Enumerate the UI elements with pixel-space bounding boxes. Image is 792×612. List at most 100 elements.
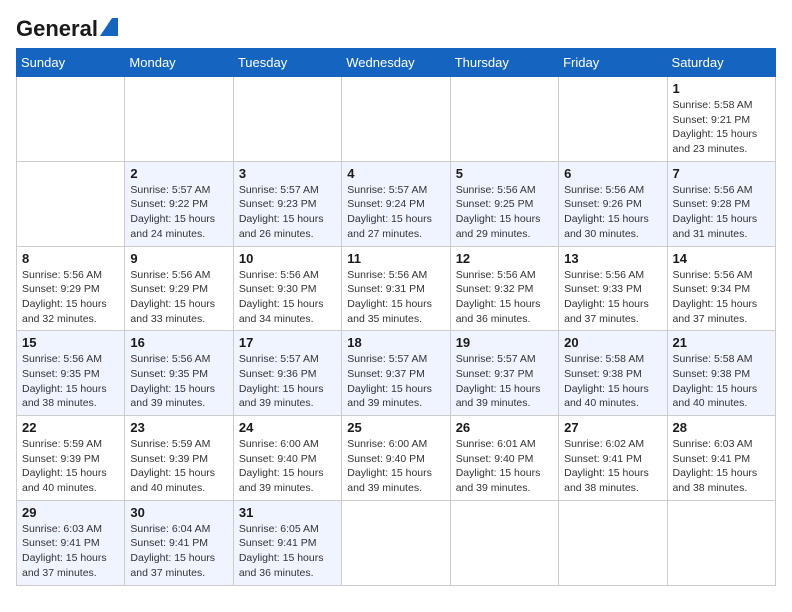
sunrise-time: Sunrise: 5:57 AM (239, 353, 319, 365)
day-number: 18 (347, 335, 444, 350)
day-info: Sunrise: 6:00 AM Sunset: 9:40 PM Dayligh… (239, 437, 336, 496)
day-number: 5 (456, 166, 553, 181)
daylight-hours: Daylight: 15 hours and 30 minutes. (564, 213, 649, 240)
calendar-day-29: 29 Sunrise: 6:03 AM Sunset: 9:41 PM Dayl… (17, 500, 125, 585)
daylight-hours: Daylight: 15 hours and 40 minutes. (130, 467, 215, 494)
sunrise-time: Sunrise: 6:02 AM (564, 438, 644, 450)
daylight-hours: Daylight: 15 hours and 39 minutes. (130, 383, 215, 410)
sunset-time: Sunset: 9:24 PM (347, 198, 425, 210)
calendar-day-4: 4 Sunrise: 5:57 AM Sunset: 9:24 PM Dayli… (342, 161, 450, 246)
day-number: 30 (130, 505, 227, 520)
day-number: 16 (130, 335, 227, 350)
daylight-hours: Daylight: 15 hours and 36 minutes. (239, 552, 324, 579)
calendar-day-5: 5 Sunrise: 5:56 AM Sunset: 9:25 PM Dayli… (450, 161, 558, 246)
empty-cell (559, 77, 667, 162)
calendar-header-wednesday: Wednesday (342, 49, 450, 77)
day-number: 1 (673, 81, 770, 96)
sunset-time: Sunset: 9:38 PM (673, 368, 751, 380)
sunset-time: Sunset: 9:34 PM (673, 283, 751, 295)
day-number: 25 (347, 420, 444, 435)
day-info: Sunrise: 5:58 AM Sunset: 9:38 PM Dayligh… (564, 352, 661, 411)
sunset-time: Sunset: 9:35 PM (22, 368, 100, 380)
sunset-time: Sunset: 9:41 PM (239, 537, 317, 549)
day-info: Sunrise: 5:56 AM Sunset: 9:29 PM Dayligh… (22, 268, 119, 327)
calendar-day-21: 21 Sunrise: 5:58 AM Sunset: 9:38 PM Dayl… (667, 331, 775, 416)
sunset-time: Sunset: 9:39 PM (22, 453, 100, 465)
sunset-time: Sunset: 9:26 PM (564, 198, 642, 210)
sunset-time: Sunset: 9:40 PM (239, 453, 317, 465)
day-info: Sunrise: 5:56 AM Sunset: 9:26 PM Dayligh… (564, 183, 661, 242)
calendar-day-20: 20 Sunrise: 5:58 AM Sunset: 9:38 PM Dayl… (559, 331, 667, 416)
day-info: Sunrise: 5:57 AM Sunset: 9:24 PM Dayligh… (347, 183, 444, 242)
day-number: 11 (347, 251, 444, 266)
empty-cell (17, 77, 125, 162)
empty-cell (233, 77, 341, 162)
day-info: Sunrise: 5:57 AM Sunset: 9:23 PM Dayligh… (239, 183, 336, 242)
daylight-hours: Daylight: 15 hours and 38 minutes. (673, 467, 758, 494)
day-info: Sunrise: 5:57 AM Sunset: 9:22 PM Dayligh… (130, 183, 227, 242)
calendar-day-19: 19 Sunrise: 5:57 AM Sunset: 9:37 PM Dayl… (450, 331, 558, 416)
sunrise-time: Sunrise: 6:00 AM (347, 438, 427, 450)
daylight-hours: Daylight: 15 hours and 39 minutes. (456, 467, 541, 494)
day-info: Sunrise: 5:59 AM Sunset: 9:39 PM Dayligh… (130, 437, 227, 496)
calendar-day-31: 31 Sunrise: 6:05 AM Sunset: 9:41 PM Dayl… (233, 500, 341, 585)
calendar-day-6: 6 Sunrise: 5:56 AM Sunset: 9:26 PM Dayli… (559, 161, 667, 246)
sunrise-time: Sunrise: 5:56 AM (456, 269, 536, 281)
sunset-time: Sunset: 9:36 PM (239, 368, 317, 380)
sunset-time: Sunset: 9:41 PM (22, 537, 100, 549)
calendar-day-17: 17 Sunrise: 5:57 AM Sunset: 9:36 PM Dayl… (233, 331, 341, 416)
daylight-hours: Daylight: 15 hours and 27 minutes. (347, 213, 432, 240)
day-number: 19 (456, 335, 553, 350)
calendar-day-22: 22 Sunrise: 5:59 AM Sunset: 9:39 PM Dayl… (17, 416, 125, 501)
sunset-time: Sunset: 9:41 PM (564, 453, 642, 465)
day-info: Sunrise: 5:57 AM Sunset: 9:36 PM Dayligh… (239, 352, 336, 411)
daylight-hours: Daylight: 15 hours and 38 minutes. (564, 467, 649, 494)
calendar-header-monday: Monday (125, 49, 233, 77)
day-info: Sunrise: 6:03 AM Sunset: 9:41 PM Dayligh… (673, 437, 770, 496)
day-info: Sunrise: 5:56 AM Sunset: 9:31 PM Dayligh… (347, 268, 444, 327)
calendar-day-24: 24 Sunrise: 6:00 AM Sunset: 9:40 PM Dayl… (233, 416, 341, 501)
day-info: Sunrise: 5:56 AM Sunset: 9:29 PM Dayligh… (130, 268, 227, 327)
calendar-header-row: SundayMondayTuesdayWednesdayThursdayFrid… (17, 49, 776, 77)
calendar-header-thursday: Thursday (450, 49, 558, 77)
day-number: 22 (22, 420, 119, 435)
sunset-time: Sunset: 9:40 PM (347, 453, 425, 465)
day-info: Sunrise: 5:56 AM Sunset: 9:33 PM Dayligh… (564, 268, 661, 327)
page-header: General (16, 16, 776, 38)
daylight-hours: Daylight: 15 hours and 39 minutes. (456, 383, 541, 410)
day-number: 31 (239, 505, 336, 520)
calendar-day-25: 25 Sunrise: 6:00 AM Sunset: 9:40 PM Dayl… (342, 416, 450, 501)
sunset-time: Sunset: 9:21 PM (673, 114, 751, 126)
sunrise-time: Sunrise: 5:56 AM (564, 184, 644, 196)
sunset-time: Sunset: 9:23 PM (239, 198, 317, 210)
empty-cell (342, 77, 450, 162)
daylight-hours: Daylight: 15 hours and 39 minutes. (239, 383, 324, 410)
sunrise-time: Sunrise: 5:56 AM (347, 269, 427, 281)
sunrise-time: Sunrise: 5:58 AM (673, 99, 753, 111)
calendar-day-11: 11 Sunrise: 5:56 AM Sunset: 9:31 PM Dayl… (342, 246, 450, 331)
calendar-day-8: 8 Sunrise: 5:56 AM Sunset: 9:29 PM Dayli… (17, 246, 125, 331)
day-number: 26 (456, 420, 553, 435)
daylight-hours: Daylight: 15 hours and 37 minutes. (673, 298, 758, 325)
daylight-hours: Daylight: 15 hours and 38 minutes. (22, 383, 107, 410)
sunset-time: Sunset: 9:29 PM (22, 283, 100, 295)
sunset-time: Sunset: 9:25 PM (456, 198, 534, 210)
sunset-time: Sunset: 9:41 PM (673, 453, 751, 465)
daylight-hours: Daylight: 15 hours and 23 minutes. (673, 128, 758, 155)
calendar-day-26: 26 Sunrise: 6:01 AM Sunset: 9:40 PM Dayl… (450, 416, 558, 501)
sunset-time: Sunset: 9:31 PM (347, 283, 425, 295)
day-number: 28 (673, 420, 770, 435)
day-info: Sunrise: 6:00 AM Sunset: 9:40 PM Dayligh… (347, 437, 444, 496)
day-number: 27 (564, 420, 661, 435)
sunrise-time: Sunrise: 5:56 AM (130, 353, 210, 365)
sunrise-time: Sunrise: 5:57 AM (239, 184, 319, 196)
calendar-week-4: 15 Sunrise: 5:56 AM Sunset: 9:35 PM Dayl… (17, 331, 776, 416)
day-number: 8 (22, 251, 119, 266)
calendar-day-12: 12 Sunrise: 5:56 AM Sunset: 9:32 PM Dayl… (450, 246, 558, 331)
day-info: Sunrise: 6:01 AM Sunset: 9:40 PM Dayligh… (456, 437, 553, 496)
empty-cell (342, 500, 450, 585)
empty-cell (125, 77, 233, 162)
calendar-day-3: 3 Sunrise: 5:57 AM Sunset: 9:23 PM Dayli… (233, 161, 341, 246)
day-number: 12 (456, 251, 553, 266)
empty-cell (667, 500, 775, 585)
